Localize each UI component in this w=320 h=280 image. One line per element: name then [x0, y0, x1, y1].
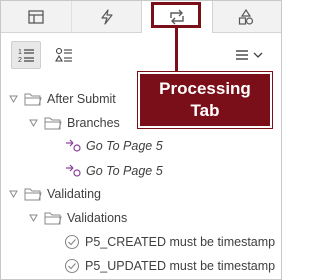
tree-view-button[interactable]: 1 2: [11, 41, 41, 69]
callout-connector: [175, 28, 178, 72]
expand-triangle-icon[interactable]: [29, 214, 39, 222]
tab-rendering[interactable]: [1, 1, 71, 32]
shapes-icon: [238, 8, 254, 25]
tree-node-label: Go To Page 5: [86, 164, 163, 178]
tree-node-branch-1[interactable]: Go To Page 5: [65, 136, 163, 156]
expand-triangle-icon[interactable]: [9, 190, 19, 198]
folder-icon: [24, 187, 42, 201]
layout-icon: [28, 9, 44, 24]
tree-node-label: Validations: [67, 211, 128, 225]
expand-triangle-icon[interactable]: [9, 95, 19, 103]
callout-line-2: Tab: [190, 101, 220, 120]
tree-node-validation-1[interactable]: P5_CREATED must be timestamp: [64, 232, 275, 252]
selected-tab-highlight: [151, 2, 201, 28]
branch-icon: [65, 139, 81, 153]
folder-icon: [44, 116, 62, 130]
expand-triangle-icon[interactable]: [29, 119, 39, 127]
processing-panel: 1 2 After Submit Branches Go To Page 5 G…: [0, 0, 282, 280]
folder-icon: [24, 92, 42, 106]
check-circle-icon: [64, 258, 80, 274]
tree-node-validation-2[interactable]: P5_UPDATED must be timestamp: [64, 256, 275, 276]
tree-node-label: P5_CREATED must be timestamp: [85, 235, 276, 249]
tab-shared-components[interactable]: [211, 1, 281, 32]
tree-node-label: Validating: [47, 187, 101, 201]
hamburger-menu-icon: [236, 50, 248, 60]
chevron-down-icon: [253, 52, 263, 58]
tree-node-label: P5_UPDATED must be timestamp: [85, 259, 276, 273]
tree-node-label: After Submit: [47, 92, 116, 106]
tree-node-label: Branches: [67, 116, 120, 130]
tree-node-after-submit[interactable]: After Submit: [9, 89, 116, 109]
lightning-icon: [101, 8, 113, 25]
numbered-list-icon: 1 2: [18, 49, 34, 63]
branch-icon: [65, 164, 81, 178]
tab-bar: [1, 1, 281, 33]
tree-node-validations[interactable]: Validations: [29, 208, 127, 228]
tree-node-branches[interactable]: Branches: [29, 113, 120, 133]
svg-text:1: 1: [18, 49, 22, 56]
tree-node-branch-2[interactable]: Go To Page 5: [65, 161, 163, 181]
folder-icon: [44, 211, 62, 225]
tree-node-label: Go To Page 5: [86, 139, 163, 153]
panel-menu-button[interactable]: [229, 44, 269, 66]
processing-tab-callout: Processing Tab: [138, 72, 272, 128]
component-view-button[interactable]: [49, 41, 79, 69]
svg-text:2: 2: [18, 57, 22, 63]
tab-dynamic-actions[interactable]: [71, 1, 142, 32]
tree-node-validating[interactable]: Validating: [9, 184, 101, 204]
check-circle-icon: [64, 234, 80, 250]
shapes-list-icon: [55, 47, 72, 62]
callout-line-1: Processing: [159, 79, 251, 98]
